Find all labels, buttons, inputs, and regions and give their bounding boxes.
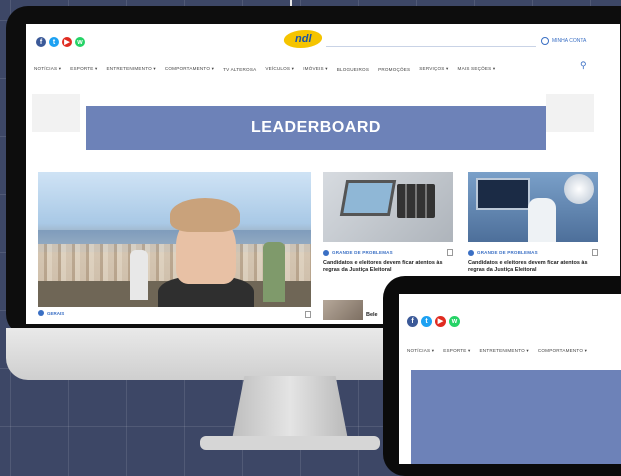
nav-item-entretenimento[interactable]: ENTRETENIMENTO ▾ <box>480 348 529 354</box>
nav-item-comportamento[interactable]: COMPORTAMENTO ▾ <box>538 348 587 354</box>
card-thumbnail <box>323 172 453 242</box>
hero-category: GERAIS <box>47 310 65 316</box>
card-thumbnail <box>468 172 598 242</box>
card-headline[interactable]: Bele <box>366 312 378 318</box>
hero-image[interactable] <box>38 172 311 307</box>
nav-item-blogueiros[interactable]: BLOGUEIROS <box>337 67 369 72</box>
news-card[interactable]: GRANDE DE PROBLEMAS Candidatos e eleitor… <box>323 172 453 275</box>
nav-item-comportamento[interactable]: COMPORTAMENTO ▾ <box>165 66 214 72</box>
account-label: MINHA CONTA <box>552 38 587 44</box>
facebook-icon[interactable]: f <box>36 37 46 47</box>
bookmark-icon[interactable] <box>447 249 453 256</box>
nav-item-servicos[interactable]: SERVIÇOS ▾ <box>419 66 448 72</box>
youtube-icon[interactable]: ▶ <box>62 37 72 47</box>
tablet-screen: f t ▶ w NOTÍCIAS ▾ ESPORTE ▾ ENTRETENIME… <box>399 294 621 464</box>
youtube-icon[interactable]: ▶ <box>435 316 446 327</box>
ad-placeholder-left <box>32 94 80 132</box>
ad-placeholder-right <box>546 94 594 132</box>
tablet-nav: NOTÍCIAS ▾ ESPORTE ▾ ENTRETENIMENTO ▾ CO… <box>407 348 587 354</box>
facebook-icon[interactable]: f <box>407 316 418 327</box>
nav-item-veiculos[interactable]: VEÍCULOS ▾ <box>265 66 294 72</box>
twitter-icon[interactable]: t <box>49 37 59 47</box>
main-nav: NOTÍCIAS ▾ ESPORTE ▾ ENTRETENIMENTO ▾ CO… <box>34 66 495 72</box>
nav-item-tv-alterosa[interactable]: TV ALTEROSA <box>223 67 256 72</box>
bookmark-icon[interactable] <box>305 311 311 318</box>
header-divider <box>326 46 536 47</box>
bookmark-icon[interactable] <box>592 249 598 256</box>
search-icon[interactable]: ⚲ <box>580 60 587 71</box>
card-category: GRANDE DE PROBLEMAS <box>332 250 393 255</box>
card-headline[interactable]: Candidatos e eleitores devem ficar atent… <box>468 260 598 275</box>
nav-item-promocoes[interactable]: PROMOÇÕES <box>378 67 410 72</box>
category-icon <box>38 310 44 316</box>
nav-item-noticias[interactable]: NOTÍCIAS ▾ <box>34 66 61 72</box>
monitor-base <box>200 436 380 450</box>
twitter-icon[interactable]: t <box>421 316 432 327</box>
category-icon <box>323 249 329 256</box>
account-link[interactable]: MINHA CONTA <box>541 37 586 45</box>
nav-item-imoveis[interactable]: IMÓVEIS ▾ <box>303 66 328 72</box>
news-card[interactable]: GRANDE DE PROBLEMAS Candidatos e eleitor… <box>468 172 598 275</box>
nav-item-esporte[interactable]: ESPORTE ▾ <box>70 66 97 72</box>
user-icon <box>541 37 549 45</box>
site-logo[interactable]: ndl <box>281 30 325 48</box>
nav-item-mais-secoes[interactable]: MAIS SEÇÕES ▾ <box>458 66 496 72</box>
card-category: GRANDE DE PROBLEMAS <box>477 250 538 255</box>
card-thumbnail[interactable] <box>323 300 363 320</box>
leaderboard-ad-slot: LEADERBOARD <box>86 106 546 150</box>
card-headline[interactable]: Candidatos e eleitores devem ficar atent… <box>323 260 453 275</box>
nav-item-entretenimento[interactable]: ENTRETENIMENTO ▾ <box>107 66 156 72</box>
nav-item-noticias[interactable]: NOTÍCIAS ▾ <box>407 348 434 354</box>
social-icons: f t ▶ w <box>407 316 460 327</box>
hero-meta: GERAIS <box>38 310 64 316</box>
whatsapp-icon[interactable]: w <box>449 316 460 327</box>
whatsapp-icon[interactable]: w <box>75 37 85 47</box>
social-icons: f t ▶ w <box>36 37 85 47</box>
nav-item-esporte[interactable]: ESPORTE ▾ <box>443 348 470 354</box>
category-icon <box>468 249 474 256</box>
leaderboard-label: LEADERBOARD <box>251 119 381 136</box>
